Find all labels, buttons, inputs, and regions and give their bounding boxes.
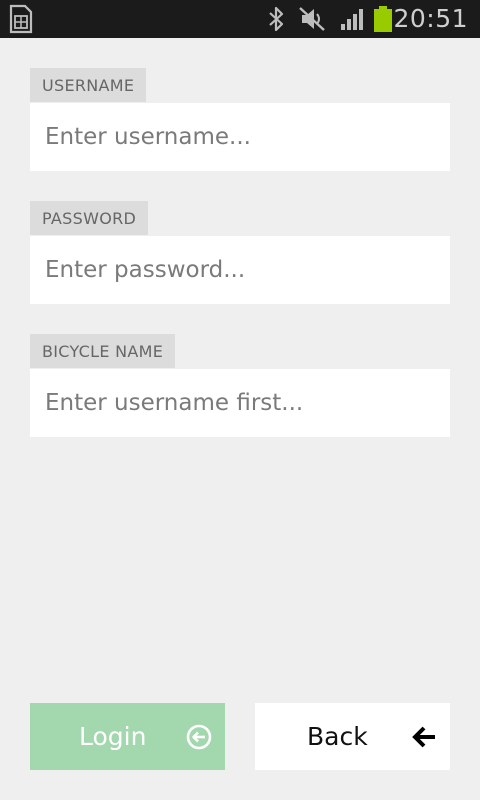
username-label: USERNAME <box>30 68 147 102</box>
status-time: 20:51 <box>393 4 468 33</box>
bluetooth-icon <box>264 0 288 38</box>
username-input[interactable] <box>30 103 450 171</box>
login-button[interactable]: Login <box>30 703 225 770</box>
back-button[interactable]: Back <box>255 703 450 770</box>
bicycle-name-label: BICYCLE NAME <box>30 334 176 368</box>
back-arrow-icon <box>411 724 437 750</box>
bicycle-name-input[interactable] <box>30 369 450 437</box>
sim-card-icon <box>6 0 36 38</box>
mute-icon <box>296 0 328 38</box>
battery-icon <box>372 0 394 38</box>
password-label: PASSWORD <box>30 201 149 235</box>
status-bar: 20:51 <box>0 0 480 38</box>
signal-icon <box>338 0 368 38</box>
back-button-label: Back <box>307 722 368 751</box>
password-input[interactable] <box>30 236 450 304</box>
login-button-label: Login <box>79 722 147 751</box>
login-circle-arrow-icon <box>186 724 212 750</box>
